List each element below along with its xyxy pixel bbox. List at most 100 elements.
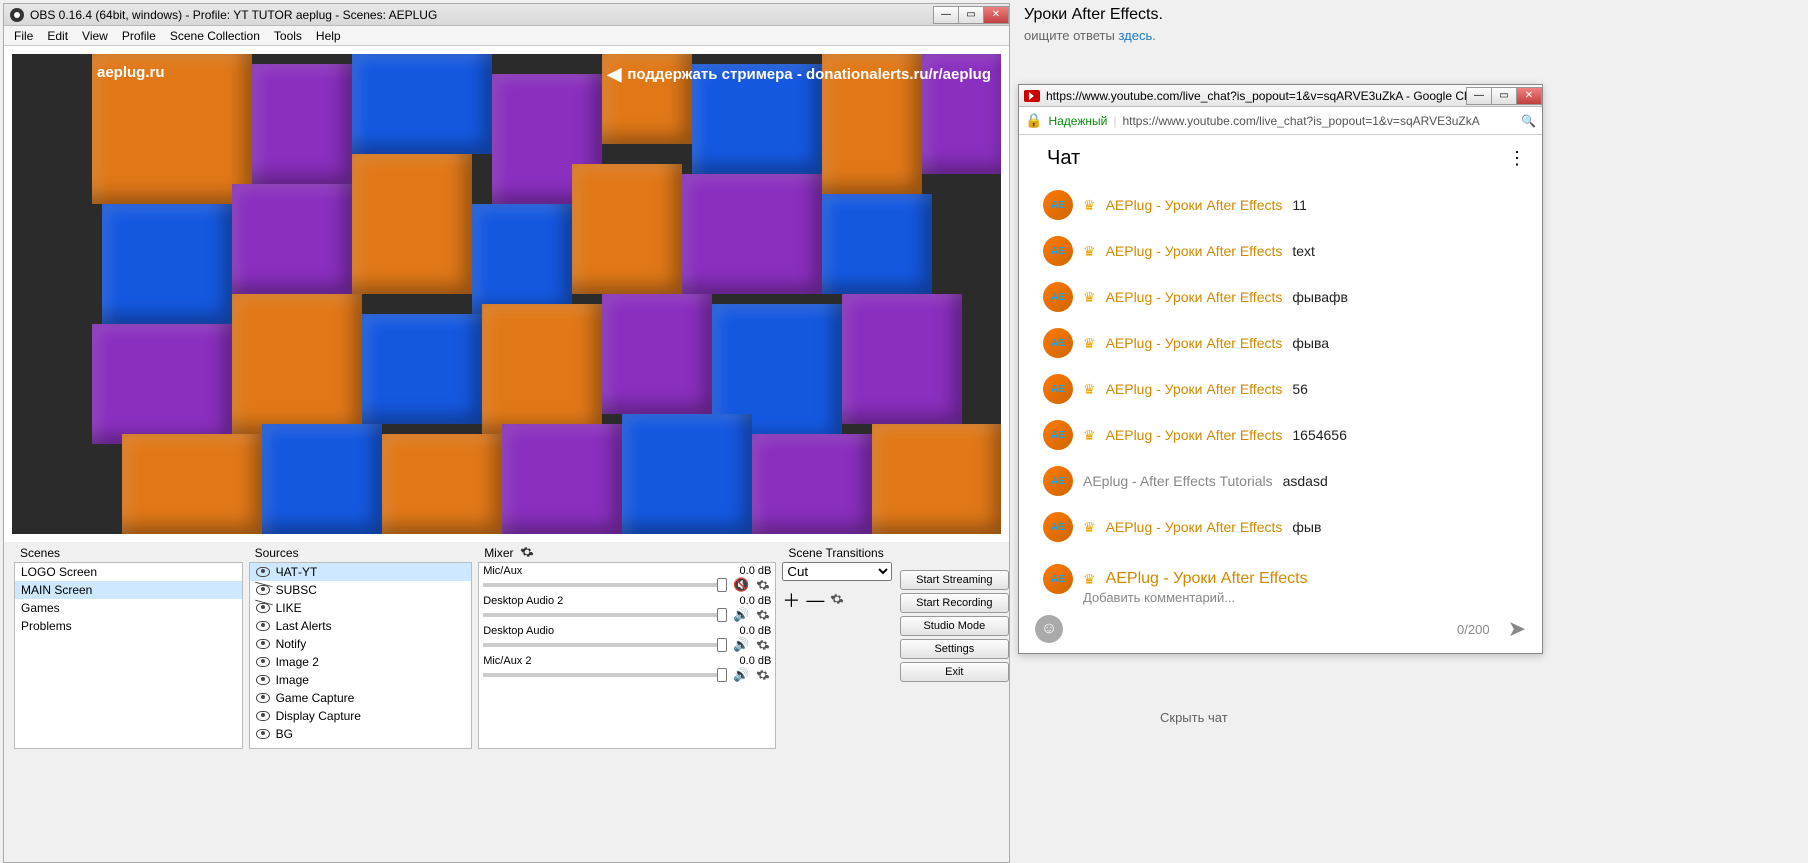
close-button[interactable]: ✕ (983, 6, 1009, 24)
gear-icon[interactable] (755, 637, 771, 653)
source-item[interactable]: Image 2 (250, 653, 472, 671)
volume-slider[interactable] (483, 583, 727, 587)
scenes-header: Scenes (14, 544, 243, 562)
speaker-icon[interactable]: 🔊 (733, 637, 749, 653)
speaker-icon[interactable]: 🔇 (733, 577, 749, 593)
crown-icon: ♛ (1083, 197, 1096, 214)
eye-icon[interactable] (256, 693, 270, 703)
obs-menubar: File Edit View Profile Scene Collection … (4, 26, 1009, 46)
chat-author[interactable]: AEPlug - Уроки After Effects (1106, 381, 1283, 397)
eye-icon[interactable] (256, 621, 270, 631)
volume-slider[interactable] (483, 673, 727, 677)
chat-list[interactable]: AE♛AEPlug - Уроки After Effects11AE♛AEPl… (1019, 180, 1542, 560)
scene-item[interactable]: Problems (15, 617, 242, 635)
char-counter: 0/200 (1457, 622, 1490, 637)
menu-edit[interactable]: Edit (47, 29, 68, 43)
maximize-button[interactable]: ▭ (958, 6, 984, 24)
chrome-maximize-button[interactable]: ▭ (1491, 87, 1517, 105)
chat-author[interactable]: AEPlug - Уроки After Effects (1106, 427, 1283, 443)
source-item[interactable]: Notify (250, 635, 472, 653)
chat-input[interactable]: Добавить комментарий... (1083, 590, 1526, 605)
crown-icon: ♛ (1083, 519, 1096, 536)
volume-slider[interactable] (483, 643, 727, 647)
speaker-icon[interactable]: 🔊 (733, 607, 749, 623)
chat-author[interactable]: AEPlug - Уроки After Effects (1106, 519, 1283, 535)
chrome-url[interactable]: https://www.youtube.com/live_chat?is_pop… (1122, 114, 1515, 128)
sources-panel: Sources ЧАТ-YTSUBSCLIKELast AlertsNotify… (249, 544, 473, 749)
scenes-list[interactable]: LOGO ScreenMAIN ScreenGamesProblems (14, 562, 243, 749)
gear-icon[interactable] (755, 607, 771, 623)
source-item[interactable]: BG (250, 725, 472, 743)
start-recording-button[interactable]: Start Recording (900, 593, 1009, 613)
mixer-channel: Mic/Aux0.0 dB🔇 (483, 565, 771, 593)
scene-item[interactable]: Games (15, 599, 242, 617)
transitions-panel: Scene Transitions Cut ＋ — (782, 544, 891, 749)
exit-button[interactable]: Exit (900, 662, 1009, 682)
minimize-button[interactable]: — (933, 6, 959, 24)
chat-menu-button[interactable]: ⋮ (1508, 148, 1526, 169)
obs-app-icon (10, 8, 24, 22)
obs-title: OBS 0.16.4 (64bit, windows) - Profile: Y… (30, 8, 928, 22)
source-item[interactable]: ЧАТ-YT (250, 563, 472, 581)
eye-icon[interactable] (256, 585, 270, 595)
eye-icon[interactable] (256, 729, 270, 739)
chat-message: AE♛AEPlug - Уроки After Effects11 (1043, 182, 1532, 228)
search-icon[interactable]: 🔍 (1521, 114, 1536, 128)
chat-author[interactable]: AEplug - After Effects Tutorials (1083, 473, 1273, 489)
source-item[interactable]: Game Capture (250, 689, 472, 707)
source-item[interactable]: Image (250, 671, 472, 689)
chat-author[interactable]: AEPlug - Уроки After Effects (1106, 197, 1283, 213)
source-item[interactable]: Display Capture (250, 707, 472, 725)
menu-view[interactable]: View (82, 29, 108, 43)
eye-icon[interactable] (256, 567, 270, 577)
chat-author[interactable]: AEPlug - Уроки After Effects (1106, 289, 1283, 305)
bg-link[interactable]: здесь (1118, 28, 1152, 43)
mixer-channel-name: Mic/Aux (483, 565, 522, 577)
overlay-donate-label: ◀ поддержать стримера - donationalerts.r… (608, 64, 991, 85)
menu-profile[interactable]: Profile (122, 29, 156, 43)
bg-page-subtitle: оищите ответы здесь. (1024, 28, 1156, 43)
transition-settings-button[interactable] (830, 590, 844, 611)
scene-item[interactable]: LOGO Screen (15, 563, 242, 581)
menu-tools[interactable]: Tools (274, 29, 302, 43)
eye-icon[interactable] (256, 711, 270, 721)
chrome-close-button[interactable]: ✕ (1516, 87, 1542, 105)
eye-icon[interactable] (256, 657, 270, 667)
eye-icon[interactable] (256, 639, 270, 649)
transition-add-button[interactable]: ＋ (782, 587, 800, 613)
chat-text: фыв (1292, 519, 1321, 535)
obs-preview[interactable]: aeplug.ru ◀ поддержать стримера - donati… (12, 54, 1001, 534)
speaker-icon[interactable]: 🔊 (733, 667, 749, 683)
chrome-minimize-button[interactable]: — (1466, 87, 1492, 105)
obs-titlebar[interactable]: OBS 0.16.4 (64bit, windows) - Profile: Y… (4, 4, 1009, 26)
transition-remove-button[interactable]: — (806, 590, 824, 611)
mixer-channel: Mic/Aux 20.0 dB🔊 (483, 655, 771, 683)
source-item[interactable]: SUBSC (250, 581, 472, 599)
menu-help[interactable]: Help (316, 29, 341, 43)
avatar: AE (1043, 236, 1073, 266)
menu-scene-collection[interactable]: Scene Collection (170, 29, 260, 43)
eye-icon[interactable] (256, 603, 270, 613)
chrome-address-bar[interactable]: 🔒 Надежный | https://www.youtube.com/liv… (1019, 107, 1542, 135)
start-streaming-button[interactable]: Start Streaming (900, 570, 1009, 590)
sources-list[interactable]: ЧАТ-YTSUBSCLIKELast AlertsNotifyImage 2I… (249, 562, 473, 749)
gear-icon[interactable] (755, 577, 771, 593)
gear-icon[interactable] (755, 667, 771, 683)
transition-select[interactable]: Cut (782, 562, 891, 581)
source-item[interactable]: Last Alerts (250, 617, 472, 635)
hide-chat-button[interactable]: Скрыть чат (1160, 710, 1228, 725)
source-item[interactable]: LIKE (250, 599, 472, 617)
chat-author[interactable]: AEPlug - Уроки After Effects (1106, 243, 1283, 259)
send-button[interactable]: ➤ (1508, 616, 1526, 642)
eye-icon[interactable] (256, 675, 270, 685)
studio-mode-button[interactable]: Studio Mode (900, 616, 1009, 636)
crown-icon: ♛ (1083, 427, 1096, 444)
gear-icon[interactable] (520, 545, 534, 562)
scene-item[interactable]: MAIN Screen (15, 581, 242, 599)
chrome-titlebar[interactable]: https://www.youtube.com/live_chat?is_pop… (1019, 85, 1542, 107)
menu-file[interactable]: File (14, 29, 33, 43)
settings-button[interactable]: Settings (900, 639, 1009, 659)
chat-author[interactable]: AEPlug - Уроки After Effects (1106, 335, 1283, 351)
emoji-button[interactable]: ☺ (1035, 615, 1063, 643)
volume-slider[interactable] (483, 613, 727, 617)
